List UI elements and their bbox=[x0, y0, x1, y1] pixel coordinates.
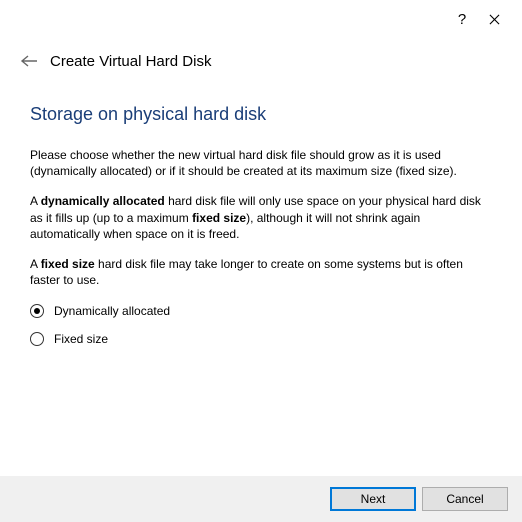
radio-icon bbox=[30, 332, 44, 346]
dynamic-desc-paragraph: A dynamically allocated hard disk file w… bbox=[30, 193, 492, 242]
text-bold: dynamically allocated bbox=[41, 194, 165, 208]
wizard-header: Create Virtual Hard Disk bbox=[0, 32, 522, 80]
cancel-button[interactable]: Cancel bbox=[422, 487, 508, 511]
help-icon[interactable]: ? bbox=[446, 6, 478, 32]
page-title: Create Virtual Hard Disk bbox=[50, 53, 211, 70]
text-fragment: hard disk file may take longer to create… bbox=[30, 257, 463, 287]
storage-type-radio-group: Dynamically allocated Fixed size bbox=[30, 302, 492, 348]
next-button[interactable]: Next bbox=[330, 487, 416, 511]
intro-paragraph: Please choose whether the new virtual ha… bbox=[30, 147, 492, 179]
back-arrow-icon[interactable] bbox=[20, 52, 38, 70]
text-fragment: A bbox=[30, 257, 41, 271]
fixed-desc-paragraph: A fixed size hard disk file may take lon… bbox=[30, 256, 492, 288]
radio-icon bbox=[30, 304, 44, 318]
radio-fixed-size[interactable]: Fixed size bbox=[30, 330, 492, 348]
close-icon[interactable] bbox=[478, 6, 510, 32]
wizard-footer: Next Cancel bbox=[0, 476, 522, 522]
text-bold: fixed size bbox=[41, 257, 95, 271]
x-icon bbox=[489, 14, 500, 25]
text-fragment: A bbox=[30, 194, 41, 208]
radio-label: Fixed size bbox=[54, 332, 108, 346]
radio-label: Dynamically allocated bbox=[54, 304, 170, 318]
titlebar: ? bbox=[0, 0, 522, 32]
section-title: Storage on physical hard disk bbox=[30, 104, 492, 125]
text-bold: fixed size bbox=[192, 211, 246, 225]
radio-dynamically-allocated[interactable]: Dynamically allocated bbox=[30, 302, 492, 320]
wizard-content: Storage on physical hard disk Please cho… bbox=[0, 80, 522, 348]
